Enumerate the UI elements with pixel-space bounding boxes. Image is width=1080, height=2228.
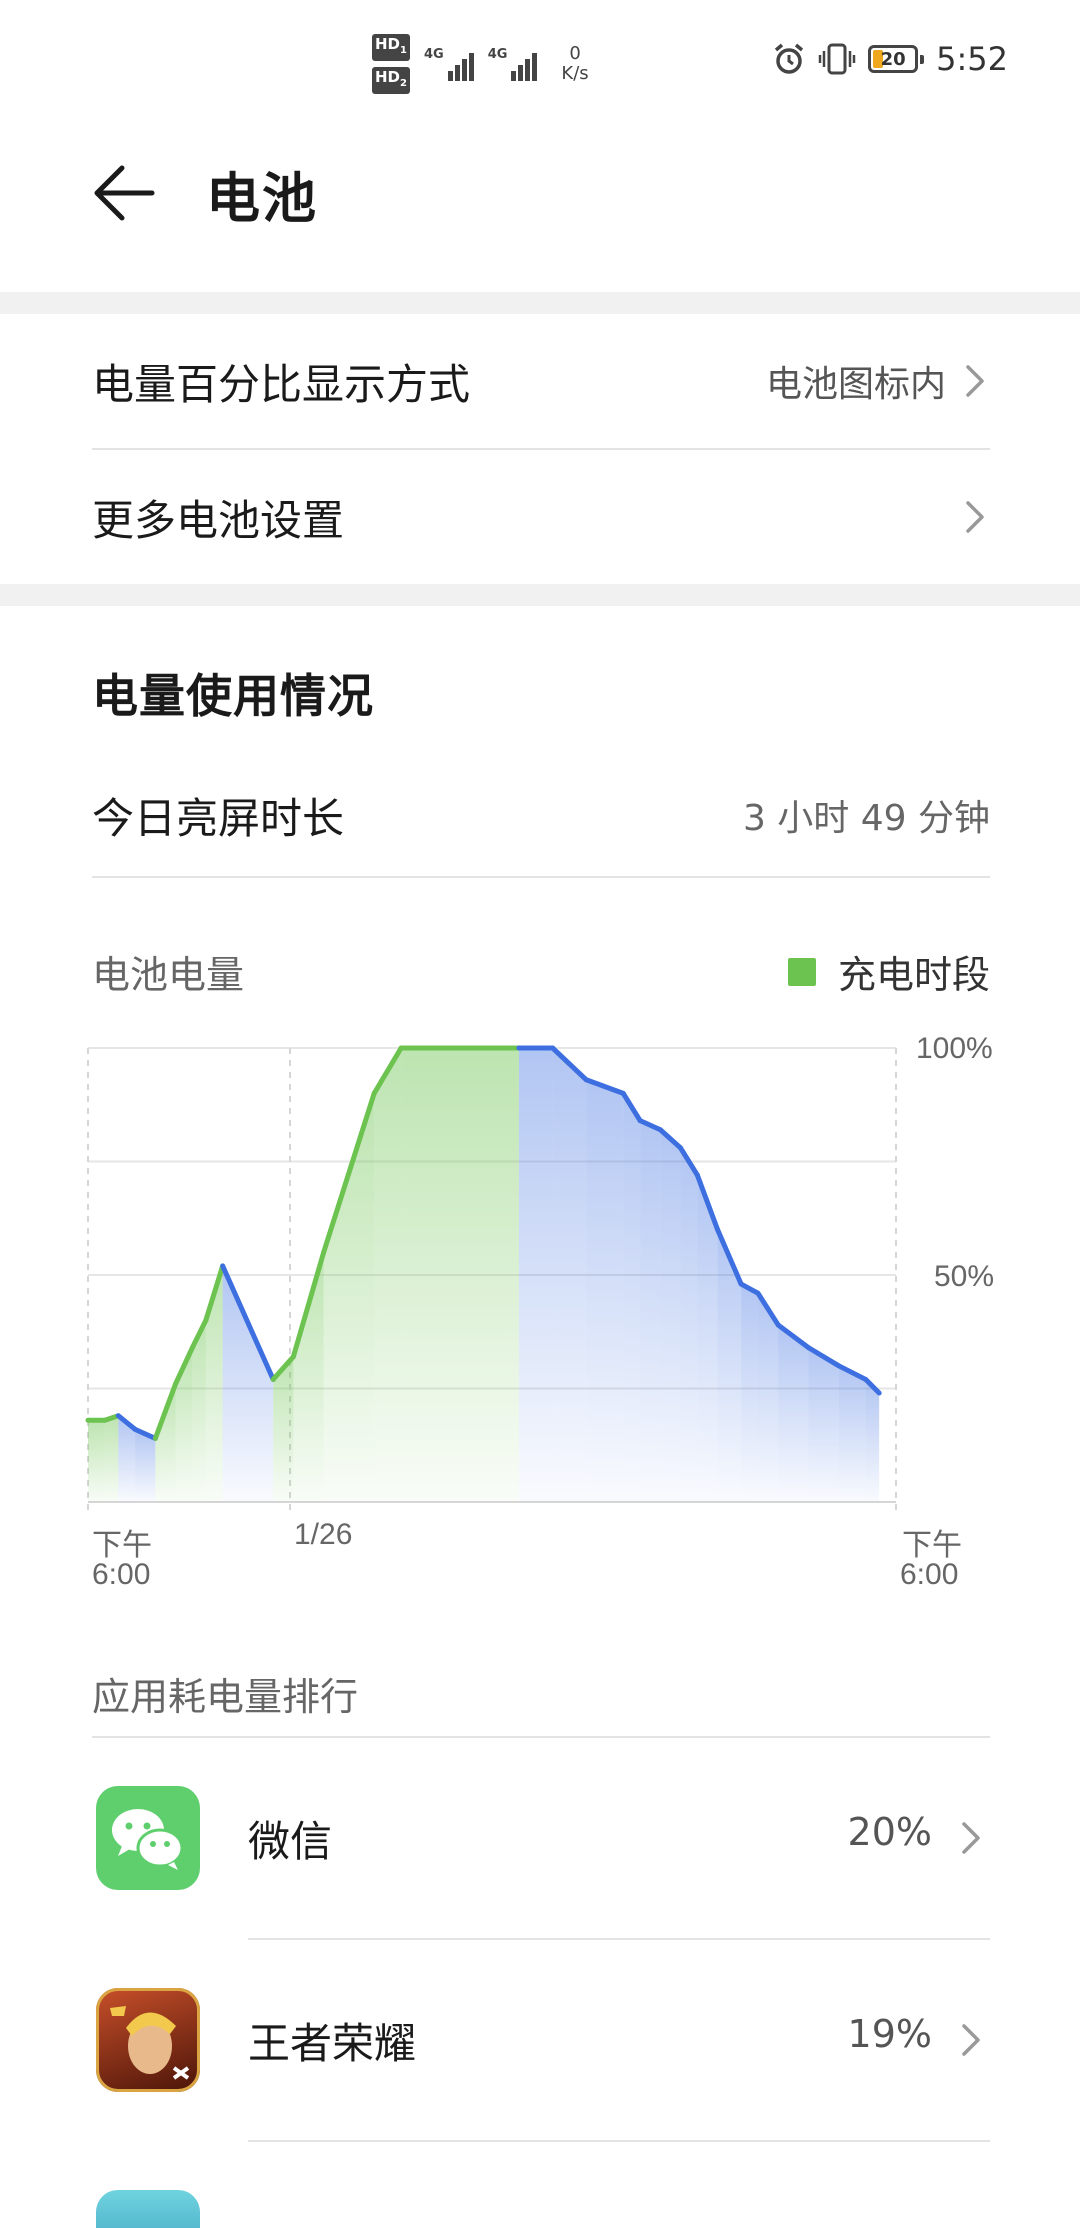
divider [92, 876, 990, 878]
app-bar: 电池 [0, 126, 1080, 292]
sim1-type: 4G [423, 47, 444, 62]
area-segment-discharging [680, 1147, 698, 1502]
area-segment-discharging [660, 1129, 681, 1502]
area-segment-discharging [518, 1048, 553, 1502]
area-segment-charging [401, 1048, 519, 1502]
arrow-left-icon [94, 165, 155, 221]
area-segment-discharging [222, 1265, 274, 1502]
page-title: 电池 [206, 167, 318, 230]
app-percent: 20% [847, 1810, 932, 1854]
x-tick-start-line2: 6:00 [92, 1558, 151, 1591]
hd1-badge: HD1 [372, 34, 410, 61]
area-segment-discharging [778, 1324, 809, 1502]
wechat-icon [96, 1786, 200, 1890]
honor-of-kings-icon [96, 1988, 200, 2092]
percent-display-row[interactable]: 电量百分比显示方式 电池图标内 [92, 314, 990, 448]
percent-display-value: 电池图标内 [765, 364, 946, 405]
app-row-honor-of-kings[interactable]: 王者荣耀 19% [92, 1940, 990, 2140]
status-bar: HD1 HD2 4G 4G 0 K/s 20 5:52 [0, 0, 1080, 126]
screen-time-value: 3 小时 49 分钟 [742, 798, 990, 839]
app-ranking-title: 应用耗电量排行 [92, 1675, 359, 1719]
app-name: 王者荣耀 [248, 2019, 417, 2068]
battery-level-chart-label: 电池电量 [92, 953, 245, 997]
area-segment-discharging [865, 1379, 880, 1502]
y-tick-50: 50% [934, 1260, 995, 1293]
app-name: 微信 [248, 1817, 333, 1866]
section-divider [0, 584, 1080, 606]
more-battery-settings-row[interactable]: 更多电池设置 [92, 450, 990, 584]
area-segment-discharging [623, 1093, 641, 1502]
battery-level: 20 [880, 48, 906, 70]
alarm-clock-icon [775, 43, 804, 74]
chart-legend: 充电时段 [787, 944, 990, 999]
hd2-badge: HD2 [372, 67, 410, 94]
x-tick-date: 1/26 [294, 1518, 353, 1551]
area-segment-discharging [741, 1284, 758, 1502]
y-tick-100: 100% [916, 1032, 993, 1065]
network-status: HD1 HD2 4G 4G 0 K/s [372, 34, 589, 94]
area-segment-discharging [838, 1365, 866, 1502]
area-segment-discharging [135, 1429, 156, 1502]
chevron-right-icon [962, 1822, 980, 1854]
sim2-signal-icon: 4G [488, 47, 538, 81]
chevron-right-icon [962, 2024, 980, 2056]
usage-section-title: 电量使用情况 [92, 669, 374, 723]
app-row-wechat[interactable]: 微信 20% [92, 1738, 990, 1938]
back-button[interactable] [92, 160, 158, 226]
area-segment-charging [88, 1420, 105, 1502]
app-icon-partial [96, 2190, 200, 2228]
area-segment-discharging [552, 1048, 587, 1502]
clock: 5:52 [936, 40, 1008, 78]
battery-icon: 20 [868, 45, 925, 73]
area-segment-discharging [586, 1079, 624, 1502]
area-segment-charging [155, 1383, 176, 1502]
chevron-right-icon [966, 501, 984, 533]
screen-time-row: 今日亮屏时长 3 小时 49 分钟 [92, 754, 990, 876]
sim2-type: 4G [487, 47, 508, 62]
status-right: 20 5:52 [772, 40, 1008, 78]
charging-legend-label: 充电时段 [837, 953, 990, 997]
net-speed-value: 0 [569, 43, 581, 64]
app-percent: 19% [847, 2012, 932, 2056]
sim1-signal-icon: 4G [424, 47, 474, 81]
hd-indicators: HD1 HD2 [372, 34, 410, 94]
area-segment-discharging [808, 1347, 839, 1502]
area-segment-charging [104, 1415, 119, 1502]
app-row-partial[interactable] [92, 2142, 990, 2228]
area-segment-charging [323, 1093, 375, 1502]
battery-level-chart[interactable]: 100% 50% 下午 6:00 1/26 下午 6:00 [0, 1020, 1080, 1620]
more-battery-settings-label: 更多电池设置 [92, 495, 345, 545]
net-speed-unit: K/s [561, 63, 589, 84]
area-segment-charging [293, 1252, 324, 1502]
x-tick-end-line2: 6:00 [900, 1558, 959, 1591]
vibrate-icon [818, 43, 856, 75]
screen-time-label: 今日亮屏时长 [92, 793, 345, 843]
chevron-right-icon [966, 365, 984, 397]
area-segment-charging [374, 1048, 402, 1502]
area-segment-discharging [640, 1120, 661, 1502]
percent-display-label: 电量百分比显示方式 [92, 359, 471, 409]
section-divider [0, 292, 1080, 314]
charging-legend-swatch [787, 957, 816, 986]
net-speed: 0 K/s [561, 44, 588, 84]
